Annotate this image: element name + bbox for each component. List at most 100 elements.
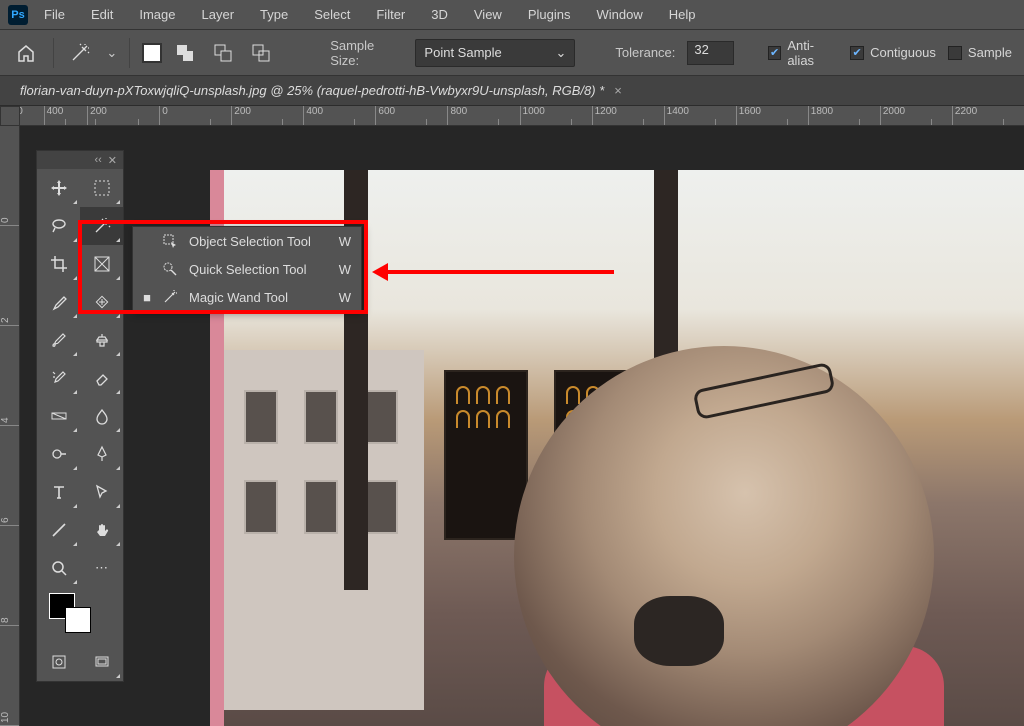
menu-plugins[interactable]: Plugins (518, 3, 581, 26)
object-selection-icon (161, 233, 179, 249)
ruler-tick: 400 (303, 106, 375, 125)
document-tab-title: florian-van-duyn-pXToxwjqliQ-unsplash.jp… (20, 83, 604, 98)
antialias-label: Anti-alias (787, 38, 838, 68)
background-color[interactable] (65, 607, 91, 633)
sample-size-select[interactable]: Point Sample ⌄ (415, 39, 575, 67)
tool-clone-stamp[interactable] (80, 321, 123, 359)
selection-intersect-icon[interactable] (246, 38, 276, 68)
selection-add-icon[interactable] (170, 38, 200, 68)
ruler-tick: 10 (0, 626, 19, 726)
menu-help[interactable]: Help (659, 3, 706, 26)
tool-line[interactable] (37, 511, 80, 549)
tool-quickmask[interactable] (37, 643, 80, 681)
flyout-label: Magic Wand Tool (189, 290, 329, 305)
tool-pen[interactable] (80, 435, 123, 473)
menu-3d[interactable]: 3D (421, 3, 458, 26)
tool-move[interactable] (37, 169, 80, 207)
tool-blur[interactable] (80, 397, 123, 435)
quick-selection-icon (161, 261, 179, 277)
tool-lasso[interactable] (37, 207, 80, 245)
tool-type[interactable] (37, 473, 80, 511)
ruler-tick: 800 (447, 106, 519, 125)
tool-brush[interactable] (37, 321, 80, 359)
tool-color-swatches[interactable] (37, 587, 123, 643)
flyout-item-quick-selection[interactable]: Quick Selection Tool W (133, 255, 361, 283)
selection-new-icon[interactable] (142, 43, 162, 63)
ruler-tick: 6 (0, 426, 19, 526)
tool-gradient[interactable] (37, 397, 80, 435)
ruler-tick: 4 (0, 326, 19, 426)
flyout-item-object-selection[interactable]: Object Selection Tool W (133, 227, 361, 255)
collapse-icon[interactable]: ‹‹ (94, 154, 101, 166)
antialias-checkbox[interactable]: ✔ Anti-alias (768, 38, 838, 68)
tool-history-brush[interactable] (37, 359, 80, 397)
ruler-horizontal[interactable]: 0 400 200 0 200 400 600 800 1000 1200 14… (0, 106, 1024, 126)
document-tab[interactable]: florian-van-duyn-pXToxwjqliQ-unsplash.jp… (8, 76, 634, 105)
photo-banner (444, 370, 528, 540)
tools-panel-header: ‹‹ ✕ (37, 151, 123, 169)
ruler-origin[interactable] (0, 106, 20, 126)
magic-wand-icon (161, 289, 179, 305)
document-tab-bar: florian-van-duyn-pXToxwjqliQ-unsplash.jp… (0, 76, 1024, 106)
menu-select[interactable]: Select (304, 3, 360, 26)
tool-magic-wand[interactable] (80, 207, 123, 245)
flyout-shortcut: W (339, 290, 351, 305)
tool-screenmode[interactable] (80, 643, 123, 681)
ruler-tick: 0 (159, 106, 231, 125)
ruler-tick: 2 (0, 226, 19, 326)
divider (129, 38, 130, 68)
home-button[interactable] (12, 38, 41, 68)
menu-image[interactable]: Image (129, 3, 185, 26)
ruler-tick: 1200 (592, 106, 664, 125)
sample-size-label: Sample Size: (330, 38, 403, 68)
preset-chevron-icon[interactable]: ⌄ (106, 45, 117, 61)
sample-checkbox[interactable]: Sample (948, 45, 1012, 60)
tool-healing[interactable] (80, 283, 123, 321)
photo-building (224, 350, 424, 710)
checkbox-checked-icon: ✔ (768, 46, 781, 60)
tool-eraser[interactable] (80, 359, 123, 397)
contiguous-checkbox[interactable]: ✔ Contiguous (850, 45, 936, 60)
contiguous-label: Contiguous (870, 45, 936, 60)
menu-bar: Ps File Edit Image Layer Type Select Fil… (0, 0, 1024, 30)
flyout-shortcut: W (339, 262, 351, 277)
flyout-label: Object Selection Tool (189, 234, 329, 249)
flyout-label: Quick Selection Tool (189, 262, 329, 277)
chevron-down-icon: ⌄ (556, 45, 567, 61)
ruler-tick: 1400 (664, 106, 736, 125)
selection-subtract-icon[interactable] (208, 38, 238, 68)
options-bar: ⌄ Sample Size: Point Sample ⌄ Tolerance:… (0, 30, 1024, 76)
tool-path-selection[interactable] (80, 473, 123, 511)
ruler-vertical[interactable]: 0 2 4 6 8 10 (0, 126, 20, 726)
flyout-active-marker: ■ (143, 290, 151, 305)
menu-filter[interactable]: Filter (366, 3, 415, 26)
ruler-tick: 8 (0, 526, 19, 626)
tool-hand[interactable] (80, 511, 123, 549)
tolerance-label: Tolerance: (615, 45, 675, 60)
tool-preset-wand-icon[interactable] (66, 38, 95, 68)
tolerance-input[interactable]: 32 (687, 41, 734, 65)
menu-type[interactable]: Type (250, 3, 298, 26)
flyout-shortcut: W (339, 234, 351, 249)
close-icon[interactable]: × (614, 83, 622, 98)
tool-frame[interactable] (80, 245, 123, 283)
tool-zoom[interactable] (37, 549, 80, 587)
menu-view[interactable]: View (464, 3, 512, 26)
tool-eyedropper[interactable] (37, 283, 80, 321)
menu-layer[interactable]: Layer (192, 3, 245, 26)
flyout-item-magic-wand[interactable]: ■ Magic Wand Tool W (133, 283, 361, 311)
ruler-tick: 2000 (880, 106, 952, 125)
menu-file[interactable]: File (34, 3, 75, 26)
ruler-tick: 600 (375, 106, 447, 125)
ruler-tick: 0 (0, 126, 19, 226)
close-icon[interactable]: ✕ (108, 154, 117, 167)
photo-scrunchie (634, 596, 724, 666)
tool-crop[interactable] (37, 245, 80, 283)
menu-edit[interactable]: Edit (81, 3, 123, 26)
tool-dodge[interactable] (37, 435, 80, 473)
canvas-area[interactable] (20, 126, 1024, 726)
tool-edit-toolbar[interactable]: ⋯ (80, 549, 123, 587)
tool-marquee[interactable] (80, 169, 123, 207)
menu-window[interactable]: Window (586, 3, 652, 26)
tools-panel: ‹‹ ✕ ⋯ (36, 150, 124, 682)
